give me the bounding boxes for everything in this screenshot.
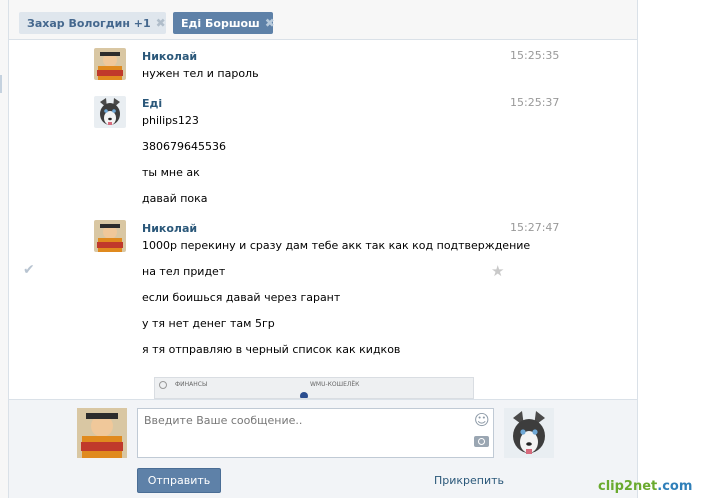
message-history: Николай 15:25:35 нужен тел и пароль Еді … <box>9 41 637 399</box>
message-text: 1000р перекину и сразу дам тебе акк так … <box>142 239 531 252</box>
left-stripe <box>0 0 8 498</box>
scroll-marker <box>0 75 2 93</box>
naruto-avatar-icon[interactable] <box>77 408 127 458</box>
message-author[interactable]: Еді <box>142 97 162 110</box>
send-button[interactable]: Отправить <box>137 468 221 493</box>
close-icon[interactable]: ✖ <box>156 12 166 34</box>
message-text: я тя отправляю в черный список как кидко… <box>142 343 401 356</box>
watermark-text: clip2net <box>598 479 658 494</box>
preview-left-title: ФИНАНСЫ <box>175 381 208 388</box>
message-author[interactable]: Николай <box>142 222 197 235</box>
message-text: нужен тел и пароль <box>142 67 259 80</box>
tab-label: Захар Вологдин +1 <box>27 17 151 30</box>
attached-screenshot[interactable]: ФИНАНСЫ WMU-КОШЕЛЁК <box>154 377 474 399</box>
watermark-suffix: .com <box>657 479 693 494</box>
attach-link[interactable]: Прикрепить <box>434 474 504 487</box>
message-text: philips123 <box>142 114 199 127</box>
message-time: 15:25:35 <box>510 49 560 62</box>
close-icon[interactable]: ✖ <box>265 12 275 34</box>
clip2net-watermark: clip2net.com <box>598 479 692 494</box>
read-check-icon[interactable]: ✔ <box>23 262 35 278</box>
smile-icon[interactable]: ☺ <box>474 411 490 429</box>
husky-avatar-icon[interactable] <box>94 96 126 128</box>
tab-zakhar-vologdin[interactable]: Захар Вологдин +1 ✖ <box>19 12 166 34</box>
message-text: давай пока <box>142 192 208 205</box>
husky-avatar-icon[interactable] <box>504 408 554 458</box>
tab-label: Еді Боршош <box>181 17 260 30</box>
message-text: на тел придет <box>142 265 226 278</box>
tab-edi-borshosh[interactable]: Еді Боршош ✖ <box>173 12 275 34</box>
dialog-tabs: Захар Вологдин +1 ✖ Еді Боршош ✖ <box>9 0 637 40</box>
preview-right-title: WMU-КОШЕЛЁК <box>310 381 360 388</box>
message-time: 15:25:37 <box>510 96 560 109</box>
star-icon[interactable]: ★ <box>491 262 504 280</box>
camera-icon[interactable] <box>474 436 489 447</box>
naruto-avatar-icon[interactable] <box>94 220 126 252</box>
wallet-icon <box>300 392 308 398</box>
naruto-avatar-icon[interactable] <box>94 48 126 80</box>
message-text: ты мне ак <box>142 166 200 179</box>
message-author[interactable]: Николай <box>142 50 197 63</box>
message-text: если боишься давай через гарант <box>142 291 341 304</box>
message-text: у тя нет денег там 5гр <box>142 317 275 330</box>
message-text: 380679645536 <box>142 140 226 153</box>
message-composer: ☺ Отправить Прикрепить <box>9 399 637 498</box>
refresh-icon <box>159 381 167 389</box>
message-time: 15:27:47 <box>510 221 560 234</box>
message-input[interactable] <box>137 408 494 458</box>
